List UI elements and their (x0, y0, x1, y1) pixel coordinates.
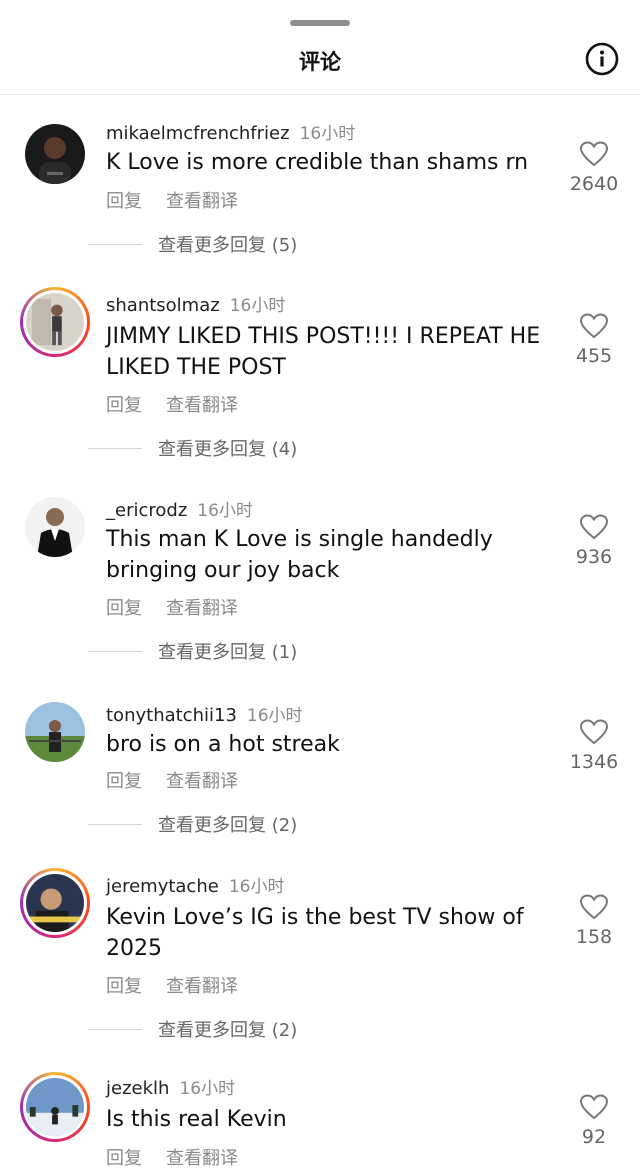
comment-text: JIMMY LIKED THIS POST!!!! I REPEAT HE LI… (106, 324, 541, 380)
comment-actions: 回复 查看翻译 (106, 972, 262, 998)
divider (88, 447, 142, 449)
divider (88, 650, 142, 652)
drag-handle[interactable] (290, 20, 350, 26)
comment-text: This man K Love is single handedly bring… (106, 527, 493, 583)
comment-time: 16小时 (228, 877, 285, 897)
avatar[interactable] (20, 287, 90, 357)
translate-button[interactable]: 查看翻译 (166, 191, 238, 212)
comment-time: 16小时 (197, 501, 253, 521)
avatar[interactable] (20, 119, 90, 189)
comment-time: 16小时 (179, 1079, 236, 1099)
comment-text: Is this real Kevin (106, 1107, 287, 1132)
view-more-replies[interactable]: 查看更多回复 (5) (88, 231, 297, 257)
heart-icon[interactable] (580, 894, 608, 920)
like-control[interactable]: 936 (560, 514, 628, 568)
translate-button[interactable]: 查看翻译 (166, 598, 238, 619)
like-count: 92 (581, 1126, 607, 1148)
divider (88, 1028, 142, 1030)
comment-actions: 回复 查看翻译 (106, 594, 262, 620)
reply-button[interactable]: 回复 (106, 191, 142, 212)
comment-time: 16小时 (299, 124, 356, 144)
comment-username[interactable]: _ericrodz 16小时 (106, 496, 253, 521)
heart-icon[interactable] (580, 719, 608, 745)
avatar[interactable] (20, 492, 90, 562)
comment-text: Kevin Love’s IG is the best TV show of 2… (106, 905, 524, 961)
heart-icon[interactable] (580, 1094, 608, 1120)
comment-text: bro is on a hot streak (106, 732, 340, 757)
comment-time: 16小时 (246, 706, 303, 726)
comment-time: 16小时 (229, 296, 286, 316)
reply-button[interactable]: 回复 (106, 395, 142, 416)
avatar[interactable] (20, 697, 90, 767)
view-more-replies[interactable]: 查看更多回复 (4) (88, 435, 297, 461)
avatar[interactable] (20, 868, 90, 938)
comment-actions: 回复 查看翻译 (106, 391, 262, 417)
comment-username[interactable]: jeremytache 16小时 (106, 872, 284, 897)
translate-button[interactable]: 查看翻译 (166, 1148, 238, 1169)
heart-icon[interactable] (580, 514, 608, 540)
reply-button[interactable]: 回复 (106, 598, 142, 619)
reply-button[interactable]: 回复 (106, 771, 142, 792)
translate-button[interactable]: 查看翻译 (166, 395, 238, 416)
reply-button[interactable]: 回复 (106, 1148, 142, 1169)
divider (88, 823, 142, 825)
heart-icon[interactable] (580, 313, 608, 339)
like-control[interactable]: 2640 (560, 141, 628, 195)
like-control[interactable]: 1346 (560, 719, 628, 773)
like-control[interactable]: 158 (560, 894, 628, 948)
comment-actions: 回复 查看翻译 (106, 1144, 262, 1170)
comments-sheet: 评论 mikaelmcfrenchfriez 16小时 K Love is mor… (0, 0, 640, 1170)
page-title: 评论 (299, 50, 341, 74)
like-count: 1346 (569, 751, 619, 773)
view-more-replies[interactable]: 查看更多回复 (2) (88, 1016, 297, 1042)
translate-button[interactable]: 查看翻译 (166, 976, 238, 997)
like-control[interactable]: 92 (560, 1094, 628, 1148)
view-more-replies[interactable]: 查看更多回复 (1) (88, 638, 297, 664)
divider (88, 243, 142, 245)
comments-header: 评论 (0, 36, 640, 95)
like-count: 2640 (569, 173, 619, 195)
comment-actions: 回复 查看翻译 (106, 767, 262, 793)
info-icon[interactable] (585, 42, 619, 76)
comment-text: K Love is more credible than shams rn (106, 150, 529, 175)
like-count: 158 (575, 926, 613, 948)
like-count: 455 (575, 345, 613, 367)
comment-username[interactable]: tonythatchii13 16小时 (106, 701, 303, 726)
like-count: 936 (575, 546, 613, 568)
heart-icon[interactable] (580, 141, 608, 167)
comment-username[interactable]: mikaelmcfrenchfriez 16小时 (106, 119, 355, 144)
comment-username[interactable]: jezeklh 16小时 (106, 1074, 235, 1099)
translate-button[interactable]: 查看翻译 (166, 771, 238, 792)
like-control[interactable]: 455 (560, 313, 628, 367)
reply-button[interactable]: 回复 (106, 976, 142, 997)
avatar[interactable] (20, 1072, 90, 1142)
comment-actions: 回复 查看翻译 (106, 187, 262, 213)
comment-username[interactable]: shantsolmaz 16小时 (106, 291, 285, 316)
view-more-replies[interactable]: 查看更多回复 (2) (88, 811, 297, 837)
